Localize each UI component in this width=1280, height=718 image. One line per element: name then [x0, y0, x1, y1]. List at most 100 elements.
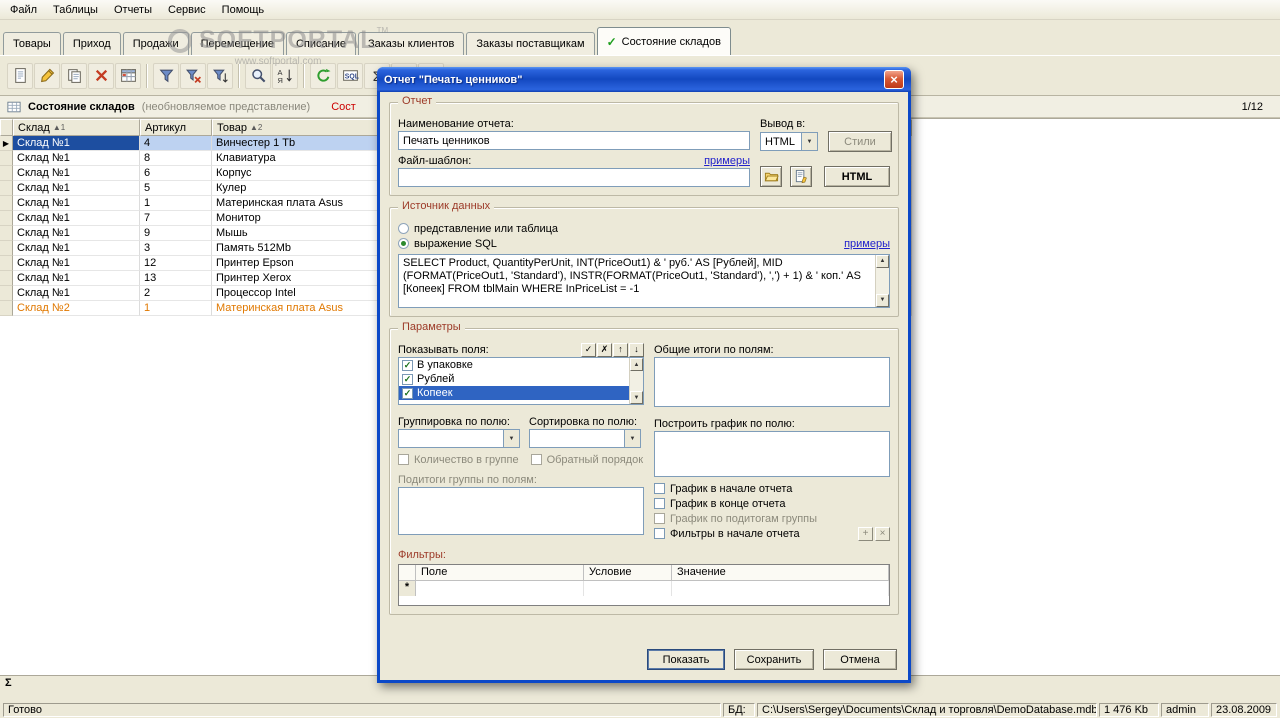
row-selector-gutter[interactable] — [0, 166, 13, 181]
field-list-item[interactable]: ✓ Копеек — [399, 386, 643, 400]
template-examples-link[interactable]: примеры — [704, 155, 750, 167]
checkbox-count-in-group-icon[interactable] — [398, 454, 409, 465]
reverse-order-option[interactable]: Обратный порядок — [530, 452, 643, 467]
checkbox-chart-subtotals-icon[interactable] — [654, 513, 665, 524]
source-sql-option[interactable]: выражение SQL — [398, 236, 497, 251]
table-cell[interactable]: Склад №1 — [13, 286, 140, 301]
row-selector-gutter[interactable] — [0, 301, 13, 316]
tab-0[interactable]: Товары — [3, 32, 61, 55]
scroll-down-icon[interactable]: ▼ — [876, 294, 889, 307]
close-icon[interactable]: × — [884, 70, 904, 89]
field-checkbox-icon[interactable]: ✓ — [402, 387, 413, 399]
uncheck-all-button[interactable]: ✗ — [597, 342, 612, 357]
filter-button[interactable] — [153, 62, 179, 89]
table-cell[interactable]: 9 — [140, 226, 212, 241]
scroll-up-icon[interactable]: ▲ — [630, 358, 643, 371]
table-cell[interactable]: Склад №1 — [13, 151, 140, 166]
totals-box[interactable] — [654, 357, 890, 407]
table-cell[interactable]: 3 — [140, 241, 212, 256]
table-cell[interactable]: 1 — [140, 301, 212, 316]
table-cell[interactable]: 6 — [140, 166, 212, 181]
tab-4[interactable]: Списание — [285, 32, 356, 55]
dropdown-arrow-icon[interactable]: ▼ — [624, 430, 640, 447]
row-selector-gutter[interactable] — [0, 241, 13, 256]
check-all-button[interactable]: ✓ — [581, 342, 596, 357]
menu-item-0[interactable]: Файл — [2, 1, 45, 19]
checkbox-chart-end-icon[interactable] — [654, 498, 665, 509]
table-views-button[interactable] — [115, 62, 141, 89]
count-in-group-option[interactable]: Количество в группе — [398, 452, 519, 467]
checkbox-chart-start-icon[interactable] — [654, 483, 665, 494]
filter-condition-cell[interactable] — [584, 581, 672, 596]
filter-clear-button[interactable] — [180, 62, 206, 89]
scroll-down-icon[interactable]: ▼ — [630, 391, 643, 404]
table-cell[interactable]: 4 — [140, 136, 212, 151]
table-cell[interactable]: Склад №1 — [13, 271, 140, 286]
filters-start-option[interactable]: Фильтры в начале отчета — [654, 526, 800, 541]
table-cell[interactable]: Склад №1 — [13, 256, 140, 271]
subtotals-box[interactable] — [398, 487, 644, 535]
sql-scrollbar[interactable]: ▲ ▼ — [875, 255, 889, 307]
row-selector-gutter[interactable] — [0, 256, 13, 271]
field-list-item[interactable]: ✓ Рублей — [399, 372, 643, 386]
sql-editor-button[interactable]: SQL — [337, 62, 363, 89]
filters-new-row[interactable]: * — [399, 581, 889, 596]
fields-scrollbar[interactable]: ▲ ▼ — [629, 358, 643, 404]
edit-record-button[interactable] — [34, 62, 60, 89]
row-selector-gutter[interactable] — [0, 226, 13, 241]
menu-item-1[interactable]: Таблицы — [45, 1, 106, 19]
table-cell[interactable]: Склад №1 — [13, 211, 140, 226]
table-cell[interactable]: 12 — [140, 256, 212, 271]
radio-view-icon[interactable] — [398, 223, 409, 234]
delete-record-button[interactable] — [88, 62, 114, 89]
sort-az-button[interactable]: АЯ — [272, 62, 298, 89]
column-header-1[interactable]: Артикул — [140, 119, 212, 136]
move-down-button[interactable]: ↓ — [629, 342, 644, 357]
filter-sort-button[interactable] — [207, 62, 233, 89]
table-cell[interactable]: Склад №1 — [13, 136, 140, 151]
table-cell[interactable]: 7 — [140, 211, 212, 226]
scroll-up-icon[interactable]: ▲ — [876, 255, 889, 268]
dropdown-arrow-icon[interactable]: ▼ — [801, 133, 817, 150]
field-checkbox-icon[interactable]: ✓ — [402, 373, 413, 385]
row-selector-gutter[interactable] — [0, 271, 13, 286]
row-selector-gutter[interactable]: ▶ — [0, 136, 13, 151]
radio-sql-icon[interactable] — [398, 238, 409, 249]
save-button[interactable]: Сохранить — [734, 649, 814, 670]
cancel-button[interactable]: Отмена — [823, 649, 897, 670]
row-selector-gutter[interactable] — [0, 211, 13, 226]
filter-value-cell[interactable] — [672, 581, 889, 596]
refresh-button[interactable] — [310, 62, 336, 89]
chart-subtotals-option[interactable]: График по подитогам группы — [654, 511, 890, 526]
delete-filter-button[interactable]: × — [875, 526, 890, 541]
chart-field-box[interactable] — [654, 431, 890, 477]
sql-examples-link[interactable]: примеры — [844, 238, 890, 250]
checkbox-filters-start-icon[interactable] — [654, 528, 665, 539]
filter-field-cell[interactable] — [416, 581, 584, 596]
table-cell[interactable]: Склад №2 — [13, 301, 140, 316]
report-name-input[interactable] — [398, 131, 750, 150]
copy-record-button[interactable] — [61, 62, 87, 89]
table-cell[interactable]: 13 — [140, 271, 212, 286]
search-button[interactable] — [245, 62, 271, 89]
row-selector-gutter[interactable] — [0, 286, 13, 301]
table-cell[interactable]: 2 — [140, 286, 212, 301]
open-template-button[interactable] — [760, 166, 782, 187]
grouping-select[interactable]: ▼ — [398, 429, 520, 448]
tab-5[interactable]: Заказы клиентов — [357, 32, 465, 55]
row-selector-gutter[interactable] — [0, 181, 13, 196]
tab-6[interactable]: Заказы поставщикам — [466, 32, 595, 55]
table-cell[interactable]: Склад №1 — [13, 196, 140, 211]
row-selector-gutter[interactable] — [0, 151, 13, 166]
fields-listbox[interactable]: ✓ В упаковке ✓ Рублей ✓ Копеек ▲ ▼ — [398, 357, 644, 405]
html-preview-button[interactable]: HTML — [824, 166, 890, 187]
column-header-0[interactable]: Склад ▲1 — [13, 119, 140, 136]
sql-editor[interactable]: SELECT Product, QuantityPerUnit, INT(Pri… — [398, 254, 890, 308]
tab-1[interactable]: Приход — [62, 32, 121, 55]
edit-template-button[interactable] — [790, 166, 812, 187]
move-up-button[interactable]: ↑ — [613, 342, 628, 357]
tab-7[interactable]: ✓ Состояние складов — [596, 27, 731, 55]
table-cell[interactable]: Склад №1 — [13, 226, 140, 241]
table-cell[interactable]: Склад №1 — [13, 166, 140, 181]
menu-item-3[interactable]: Сервис — [160, 1, 214, 19]
